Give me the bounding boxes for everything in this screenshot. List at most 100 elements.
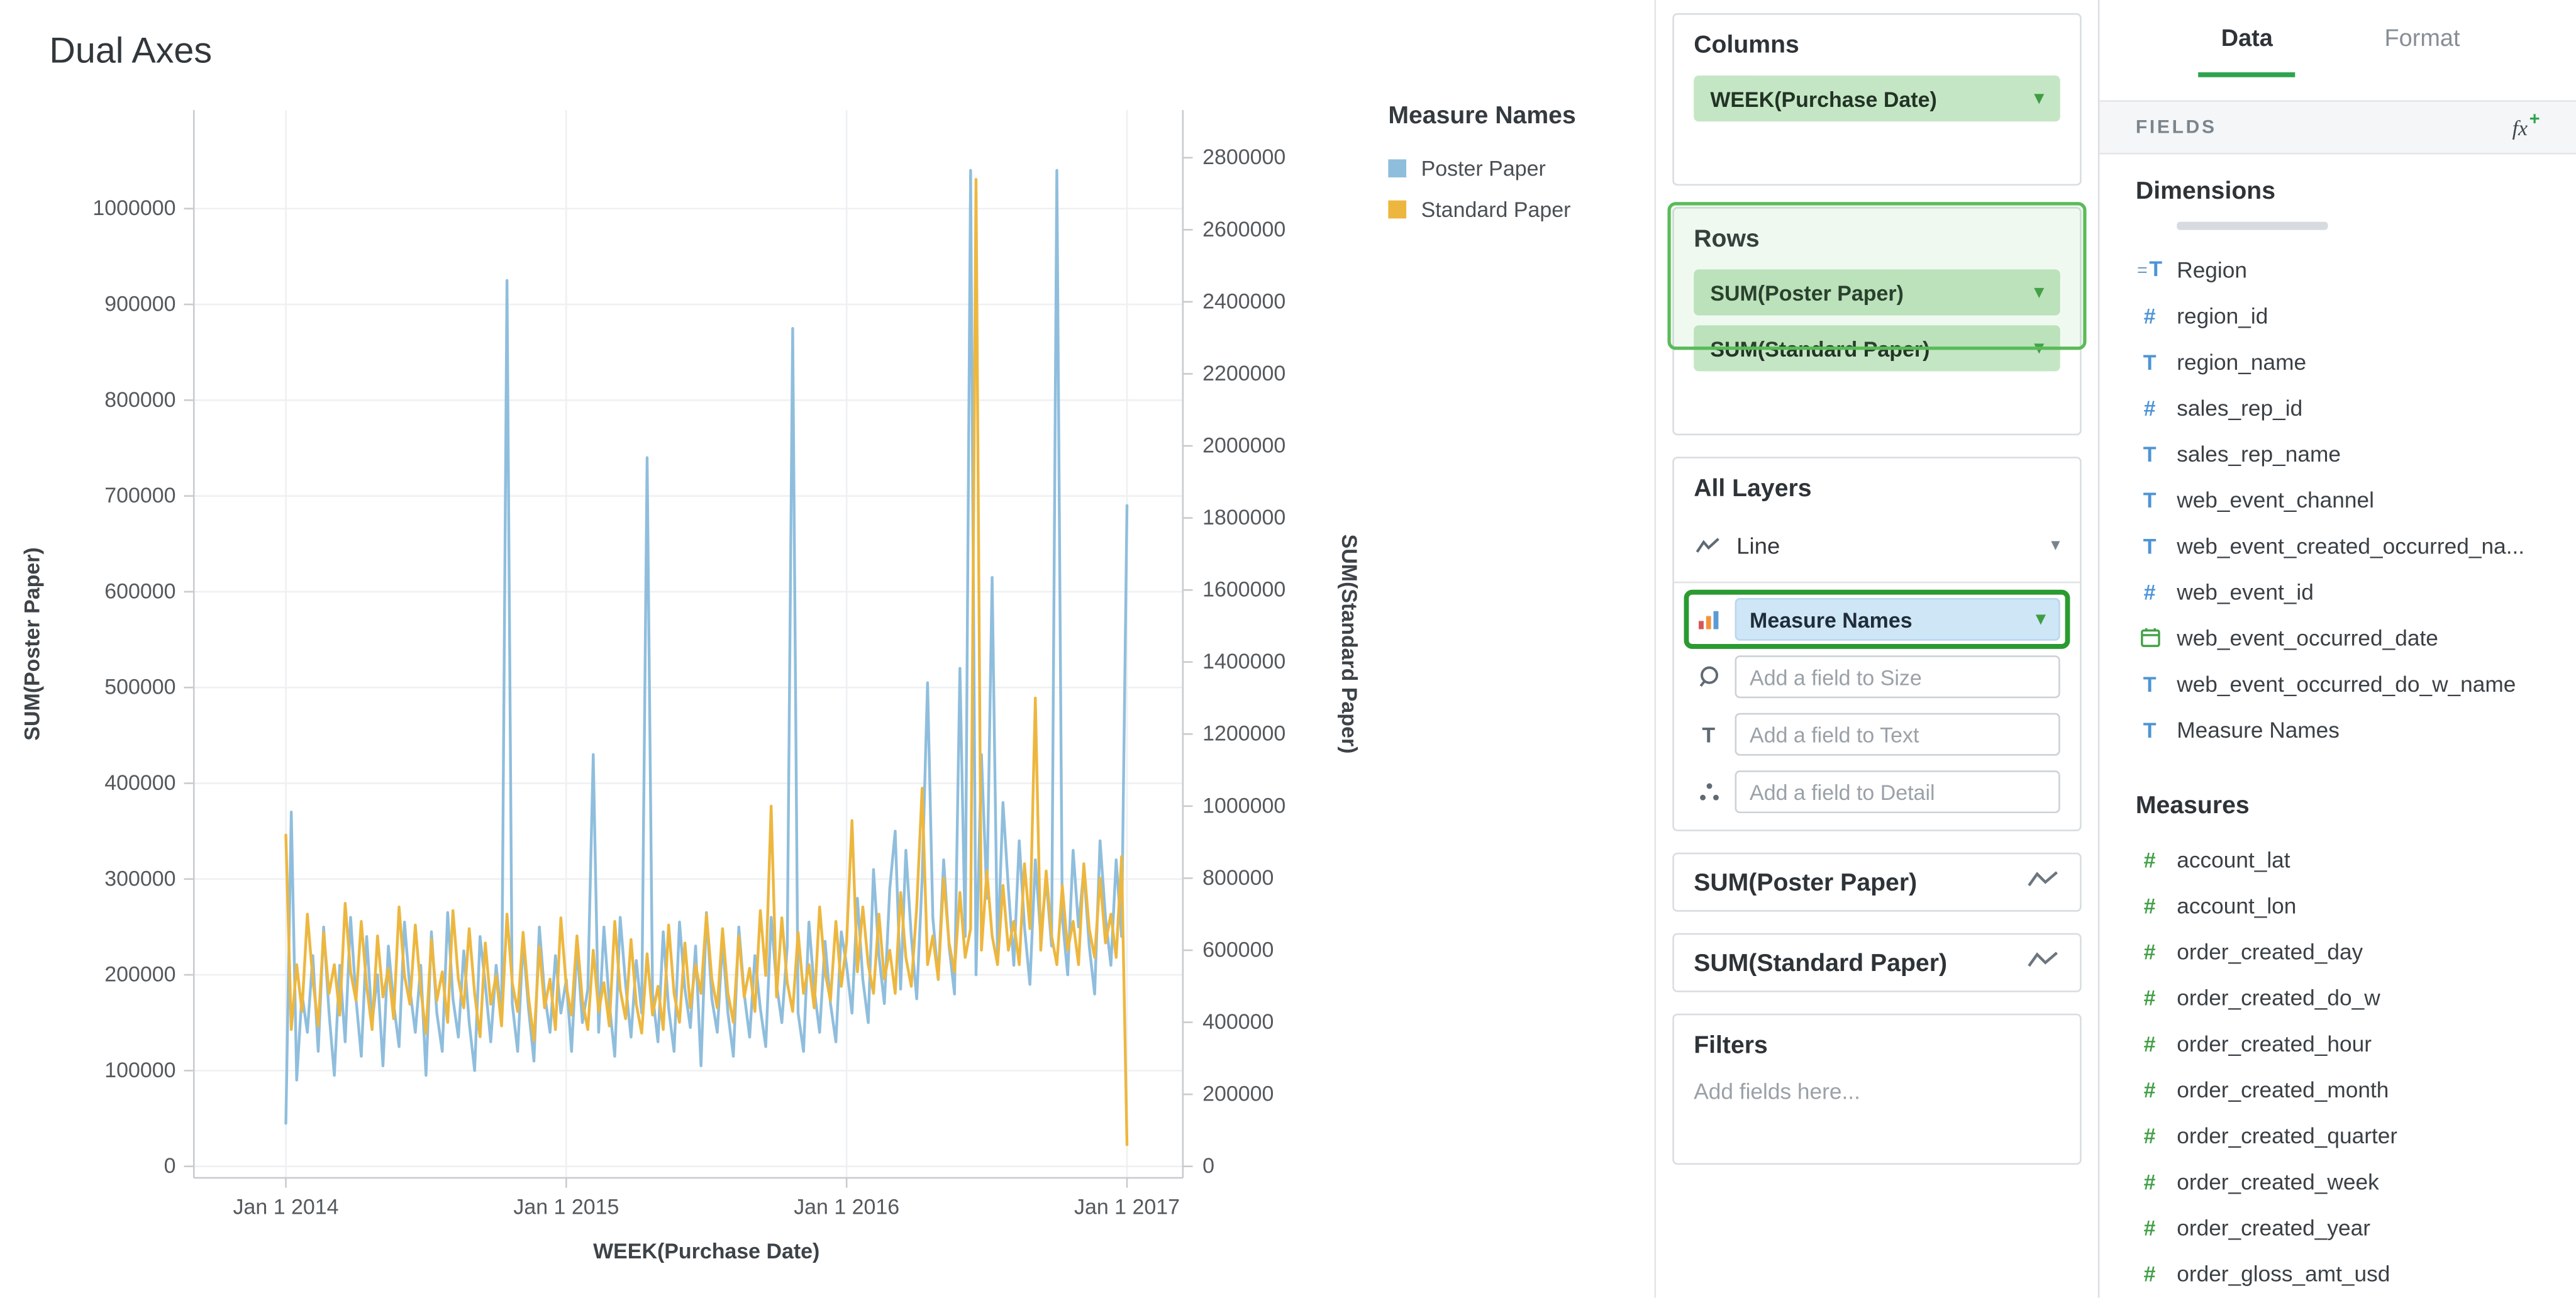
chevron-down-icon: ▾ — [2051, 536, 2060, 555]
detail-placeholder: Add a field to Detail — [1750, 780, 1935, 804]
axis-tick-label: 1000000 — [1202, 794, 1285, 818]
layer-section[interactable]: SUM(Standard Paper) — [1672, 933, 2081, 992]
shelf-pill[interactable]: SUM(Standard Paper)▾ — [1694, 325, 2060, 371]
field-item[interactable]: web_event_occurred_date — [2136, 614, 2563, 660]
layer-section-label: SUM(Standard Paper) — [1694, 949, 1947, 977]
field-label: Region — [2177, 257, 2247, 282]
text-icon: T — [2136, 719, 2163, 740]
field-item[interactable]: =TRegion — [2136, 247, 2563, 292]
number-icon: # — [2136, 1170, 2163, 1192]
axis-tick-label: 0 — [1202, 1154, 1214, 1178]
axis-tick-label: Jan 1 2015 — [513, 1195, 619, 1219]
color-field-label: Measure Names — [1750, 607, 1913, 631]
fields-header-bar: FIELDS fx+ — [2099, 100, 2576, 154]
clipped-field-item — [2177, 222, 2328, 230]
measures-list: #account_lat#account_lon#order_created_d… — [2136, 836, 2563, 1296]
text-field-input[interactable]: Add a field to Text — [1735, 713, 2060, 756]
field-item[interactable]: #order_created_month — [2136, 1066, 2563, 1112]
color-legend: Measure Names Poster PaperStandard Paper — [1388, 102, 1575, 238]
tab-format[interactable]: Format — [2385, 0, 2460, 77]
field-item[interactable]: # order_created_week — [2136, 1158, 2563, 1204]
field-item[interactable]: #order_created_hour — [2136, 1020, 2563, 1066]
field-label: order_created_week — [2177, 1169, 2379, 1194]
chevron-down-icon: ▾ — [2036, 610, 2045, 628]
axis-tick-label: 1000000 — [92, 196, 175, 220]
layer-sections: SUM(Poster Paper) SUM(Standard Paper) — [1656, 853, 2098, 992]
field-item[interactable]: Tweb_event_occurred_do_w_name — [2136, 660, 2563, 706]
number-icon: # — [2136, 580, 2163, 602]
field-item[interactable]: #account_lon — [2136, 882, 2563, 928]
field-item[interactable]: Tsales_rep_name — [2136, 430, 2563, 476]
axis-tick-label: 1400000 — [1202, 650, 1285, 674]
visualization-canvas: Dual Axes 010000020000030000040000050000… — [0, 0, 1656, 1298]
layer-section[interactable]: SUM(Poster Paper) — [1672, 853, 2081, 912]
field-item[interactable]: #web_event_id — [2136, 569, 2563, 614]
shelf-pill[interactable]: SUM(Poster Paper) ▾ — [1694, 269, 2060, 315]
field-item[interactable]: Tweb_event_channel — [2136, 477, 2563, 523]
columns-shelf: Columns WEEK(Purchase Date)▾ — [1672, 13, 2081, 186]
legend-label: Standard Paper — [1421, 197, 1571, 221]
field-label: account_lat — [2177, 847, 2290, 872]
fx-icon: fx — [2512, 116, 2528, 141]
size-field-input[interactable]: Add a field to Size — [1735, 655, 2060, 698]
legend-item[interactable]: Standard Paper — [1388, 197, 1575, 221]
axis-tick-label: 2200000 — [1202, 362, 1285, 386]
filters-title: Filters — [1694, 1031, 2060, 1059]
axis-tick-label: 400000 — [104, 771, 175, 795]
layer-section-label: SUM(Poster Paper) — [1694, 868, 1917, 896]
field-item[interactable]: # order_created_day — [2136, 928, 2563, 974]
field-item[interactable]: #sales_rep_id — [2136, 384, 2563, 430]
line-chart-icon — [2028, 868, 2060, 896]
text-placeholder: Add a field to Text — [1750, 722, 1919, 746]
number-icon: # — [2136, 1124, 2163, 1146]
pill-label: SUM(Poster Paper) — [1710, 280, 1904, 304]
axis-tick-label: 700000 — [104, 484, 175, 508]
axis-tick-label: 900000 — [104, 292, 175, 316]
field-item[interactable]: #region_id — [2136, 292, 2563, 338]
shelf-pill[interactable]: WEEK(Purchase Date)▾ — [1694, 75, 2060, 121]
axis-tick-label: 300000 — [104, 867, 175, 890]
field-label: web_event_channel — [2177, 487, 2374, 512]
field-item[interactable]: #order_created_year — [2136, 1204, 2563, 1250]
field-item[interactable]: TMeasure Names — [2136, 706, 2563, 752]
number-icon: # — [2136, 1216, 2163, 1238]
detail-icon — [1694, 782, 1723, 801]
axis-tick-label: 600000 — [104, 579, 175, 603]
detail-field-input[interactable]: Add a field to Detail — [1735, 770, 2060, 813]
field-label: order_created_day — [2177, 939, 2363, 963]
plus-icon: + — [2529, 111, 2540, 130]
text-icon: T — [2136, 535, 2163, 556]
chevron-down-icon: ▾ — [2035, 284, 2043, 302]
number-icon: # — [2136, 941, 2163, 962]
tab-data[interactable]: Data — [2221, 0, 2273, 77]
axis-tick-label: 500000 — [104, 675, 175, 699]
dimensions-list: =TRegion#region_idTregion_name#sales_rep… — [2136, 247, 2563, 753]
tab-data-label: Data — [2221, 25, 2273, 52]
field-item[interactable]: #account_lat — [2136, 836, 2563, 882]
field-item[interactable]: #order_gloss_amt_usd — [2136, 1250, 2563, 1296]
line-chart-icon — [2028, 949, 2060, 977]
dimensions-title: Dimensions — [2136, 177, 2563, 205]
number-icon: # — [2136, 1263, 2163, 1284]
pill-label: SUM(Standard Paper) — [1710, 336, 1929, 360]
calendar-icon — [2136, 628, 2163, 647]
pane-tabs: Data Format — [2099, 0, 2576, 77]
legend-item[interactable]: Poster Paper — [1388, 156, 1575, 180]
field-item[interactable]: Tweb_event_created_occurred_na... — [2136, 523, 2563, 569]
axis-tick-label: 400000 — [1202, 1010, 1274, 1034]
number-icon: # — [2136, 1033, 2163, 1054]
add-calculated-field-button[interactable]: fx+ — [2512, 111, 2540, 144]
axis-tick-label: 1800000 — [1202, 506, 1285, 530]
axis-tick-label: 0 — [164, 1154, 176, 1178]
rows-pills: SUM(Poster Paper) ▾ SUM(Standard Paper)▾ — [1694, 269, 2060, 371]
all-layers-title: All Layers — [1694, 475, 2060, 502]
text-shelf: T Add a field to Text — [1694, 713, 2060, 756]
field-item[interactable]: Tregion_name — [2136, 338, 2563, 384]
data-pane: Data Format FIELDS fx+ Dimensions =TRegi… — [2099, 0, 2576, 1298]
axis-tick-label: 2800000 — [1202, 145, 1285, 169]
mark-type-select[interactable]: Line ▾ — [1674, 519, 2080, 583]
color-field-pill[interactable]: Measure Names ▾ — [1735, 598, 2060, 641]
field-item[interactable]: #order_created_do_w — [2136, 974, 2563, 1020]
field-item[interactable]: #order_created_quarter — [2136, 1112, 2563, 1158]
filters-placeholder[interactable]: Add fields here... — [1694, 1079, 2060, 1127]
